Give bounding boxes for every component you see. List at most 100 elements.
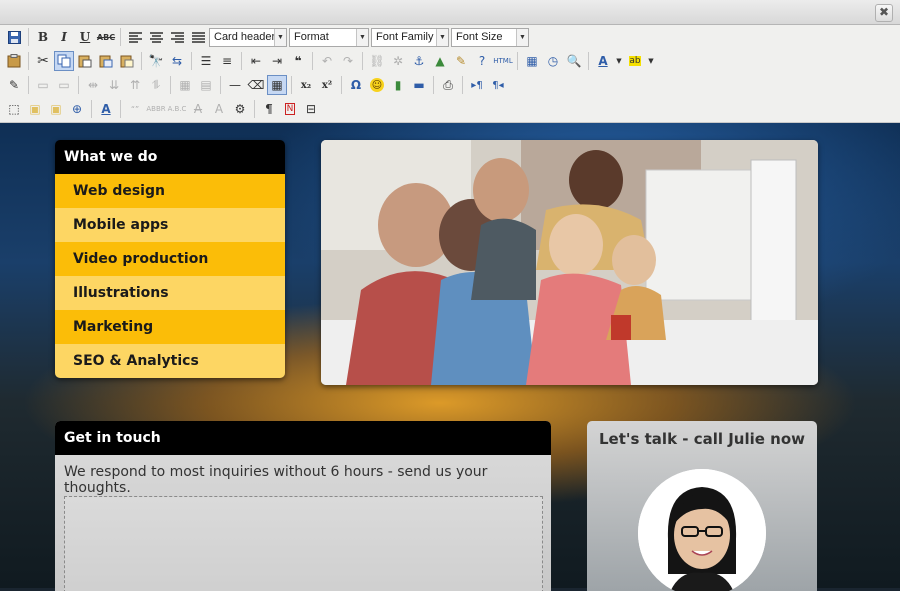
- menu-item-mobile-apps[interactable]: Mobile apps: [55, 208, 285, 242]
- card-header-select[interactable]: Card header ▼: [209, 27, 287, 47]
- menu-item-web-design[interactable]: Web design: [55, 174, 285, 208]
- undo-button[interactable]: ↶: [317, 51, 337, 71]
- menu-item-marketing[interactable]: Marketing: [55, 310, 285, 344]
- pagebreak-button[interactable]: ⊟: [301, 99, 321, 119]
- editor-canvas[interactable]: What we do Web design Mobile apps Video …: [0, 123, 900, 591]
- preview-button[interactable]: 🔍: [564, 51, 584, 71]
- font-family-select[interactable]: Font Family ▼: [371, 27, 449, 47]
- emoticon-button[interactable]: ☺: [367, 75, 387, 95]
- bold-button[interactable]: B: [33, 27, 53, 47]
- help-icon: ?: [478, 54, 486, 68]
- italic-button[interactable]: I: [54, 27, 74, 47]
- unlink-button[interactable]: ✲: [388, 51, 408, 71]
- split-cells-button[interactable]: ▦: [175, 75, 195, 95]
- menu-item-illustrations[interactable]: Illustrations: [55, 276, 285, 310]
- save-button[interactable]: [4, 27, 24, 47]
- move-backward-button[interactable]: ▣: [46, 99, 66, 119]
- cite-icon: “”: [130, 104, 140, 114]
- strikethrough-button[interactable]: ABC: [96, 27, 116, 47]
- paste-button[interactable]: [4, 51, 24, 71]
- cut-button[interactable]: ✂: [33, 51, 53, 71]
- outdent-button[interactable]: ⇤: [246, 51, 266, 71]
- anchor-button[interactable]: ⚓: [409, 51, 429, 71]
- toolbar-separator: [588, 52, 589, 70]
- blockquote-button[interactable]: ❝: [288, 51, 308, 71]
- insert-col-after-button[interactable]: ⇈: [125, 75, 145, 95]
- toolbar-separator: [312, 52, 313, 70]
- copy-button[interactable]: [54, 51, 74, 71]
- message-placeholder-area[interactable]: [64, 496, 543, 591]
- move-forward-button[interactable]: ▣: [25, 99, 45, 119]
- abbr-button[interactable]: ABBR: [146, 99, 166, 119]
- undo-icon: ↶: [321, 54, 333, 68]
- edit-css-button[interactable]: ✎: [4, 75, 24, 95]
- numbered-list-button[interactable]: ≡: [217, 51, 237, 71]
- paste-special-button[interactable]: [117, 51, 137, 71]
- special-char-button[interactable]: Ω: [346, 75, 366, 95]
- del-button[interactable]: A: [188, 99, 208, 119]
- paste-word-button[interactable]: [96, 51, 116, 71]
- bullet-list-button[interactable]: ☰: [196, 51, 216, 71]
- text-color-button[interactable]: A: [593, 51, 613, 71]
- horizontal-rule-button[interactable]: —: [225, 75, 245, 95]
- paste-text-button[interactable]: [75, 51, 95, 71]
- attributes-icon: ⚙: [234, 102, 246, 116]
- superscript-button[interactable]: x²: [317, 75, 337, 95]
- absolute-button[interactable]: ⊕: [67, 99, 87, 119]
- broom-icon: ✎: [455, 54, 467, 68]
- underline-button[interactable]: U: [75, 27, 95, 47]
- rtl-button[interactable]: ¶◂: [488, 75, 508, 95]
- text-color-dropdown[interactable]: ▼: [614, 51, 624, 71]
- font-size-select[interactable]: Font Size ▼: [451, 27, 529, 47]
- visual-chars-button[interactable]: ¶: [259, 99, 279, 119]
- hr-advanced-button[interactable]: ▬: [409, 75, 429, 95]
- background-color-dropdown[interactable]: ▼: [646, 51, 656, 71]
- ltr-icon: ▸¶: [471, 79, 483, 91]
- cite-button[interactable]: “”: [125, 99, 145, 119]
- align-center-button[interactable]: [146, 27, 166, 47]
- replace-button[interactable]: ⇆: [167, 51, 187, 71]
- media-button[interactable]: ▮: [388, 75, 408, 95]
- delete-row-button[interactable]: ⇹: [83, 75, 103, 95]
- format-select[interactable]: Format ▼: [289, 27, 369, 47]
- background-color-button[interactable]: ab: [625, 51, 645, 71]
- close-button[interactable]: ✖: [875, 4, 893, 22]
- attributes-button[interactable]: ⚙: [230, 99, 250, 119]
- insert-row-after-button[interactable]: ▭: [54, 75, 74, 95]
- delete-col-button[interactable]: ⥮: [146, 75, 166, 95]
- align-left-button[interactable]: [125, 27, 145, 47]
- style-props-button[interactable]: A: [96, 99, 116, 119]
- paste-word-icon: [99, 55, 113, 68]
- acronym-button[interactable]: A.B.C: [167, 99, 187, 119]
- html-button[interactable]: HTML: [493, 51, 513, 71]
- menu-item-seo-analytics[interactable]: SEO & Analytics: [55, 344, 285, 378]
- insert-time-button[interactable]: ◷: [543, 51, 563, 71]
- card-header-select-value: Card header: [214, 31, 276, 43]
- merge-cells-button[interactable]: ▤: [196, 75, 216, 95]
- ins-button[interactable]: A: [209, 99, 229, 119]
- rule-icon: ▬: [413, 78, 425, 92]
- find-button[interactable]: 🔭: [146, 51, 166, 71]
- insert-col-before-button[interactable]: ⇊: [104, 75, 124, 95]
- subscript-button[interactable]: x₂: [296, 75, 316, 95]
- insert-layer-button[interactable]: ⬚: [4, 99, 24, 119]
- redo-button[interactable]: ↷: [338, 51, 358, 71]
- link-button[interactable]: ⛓: [367, 51, 387, 71]
- menu-item-video-production[interactable]: Video production: [55, 242, 285, 276]
- indent-button[interactable]: ⇥: [267, 51, 287, 71]
- help-button[interactable]: ?: [472, 51, 492, 71]
- insert-row-before-button[interactable]: ▭: [33, 75, 53, 95]
- image-button[interactable]: ▲: [430, 51, 450, 71]
- table-button[interactable]: ▦: [267, 75, 287, 95]
- align-justify-button[interactable]: [188, 27, 208, 47]
- image-icon: ▲: [435, 54, 445, 68]
- column-icon: ⇊: [108, 78, 120, 92]
- remove-format-button[interactable]: ⌫: [246, 75, 266, 95]
- print-button[interactable]: ⎙: [438, 75, 458, 95]
- toolbar-separator: [433, 76, 434, 94]
- cleanup-button[interactable]: ✎: [451, 51, 471, 71]
- ltr-button[interactable]: ▸¶: [467, 75, 487, 95]
- align-right-button[interactable]: [167, 27, 187, 47]
- insert-date-button[interactable]: ▦: [522, 51, 542, 71]
- nonbreaking-button[interactable]: N: [280, 99, 300, 119]
